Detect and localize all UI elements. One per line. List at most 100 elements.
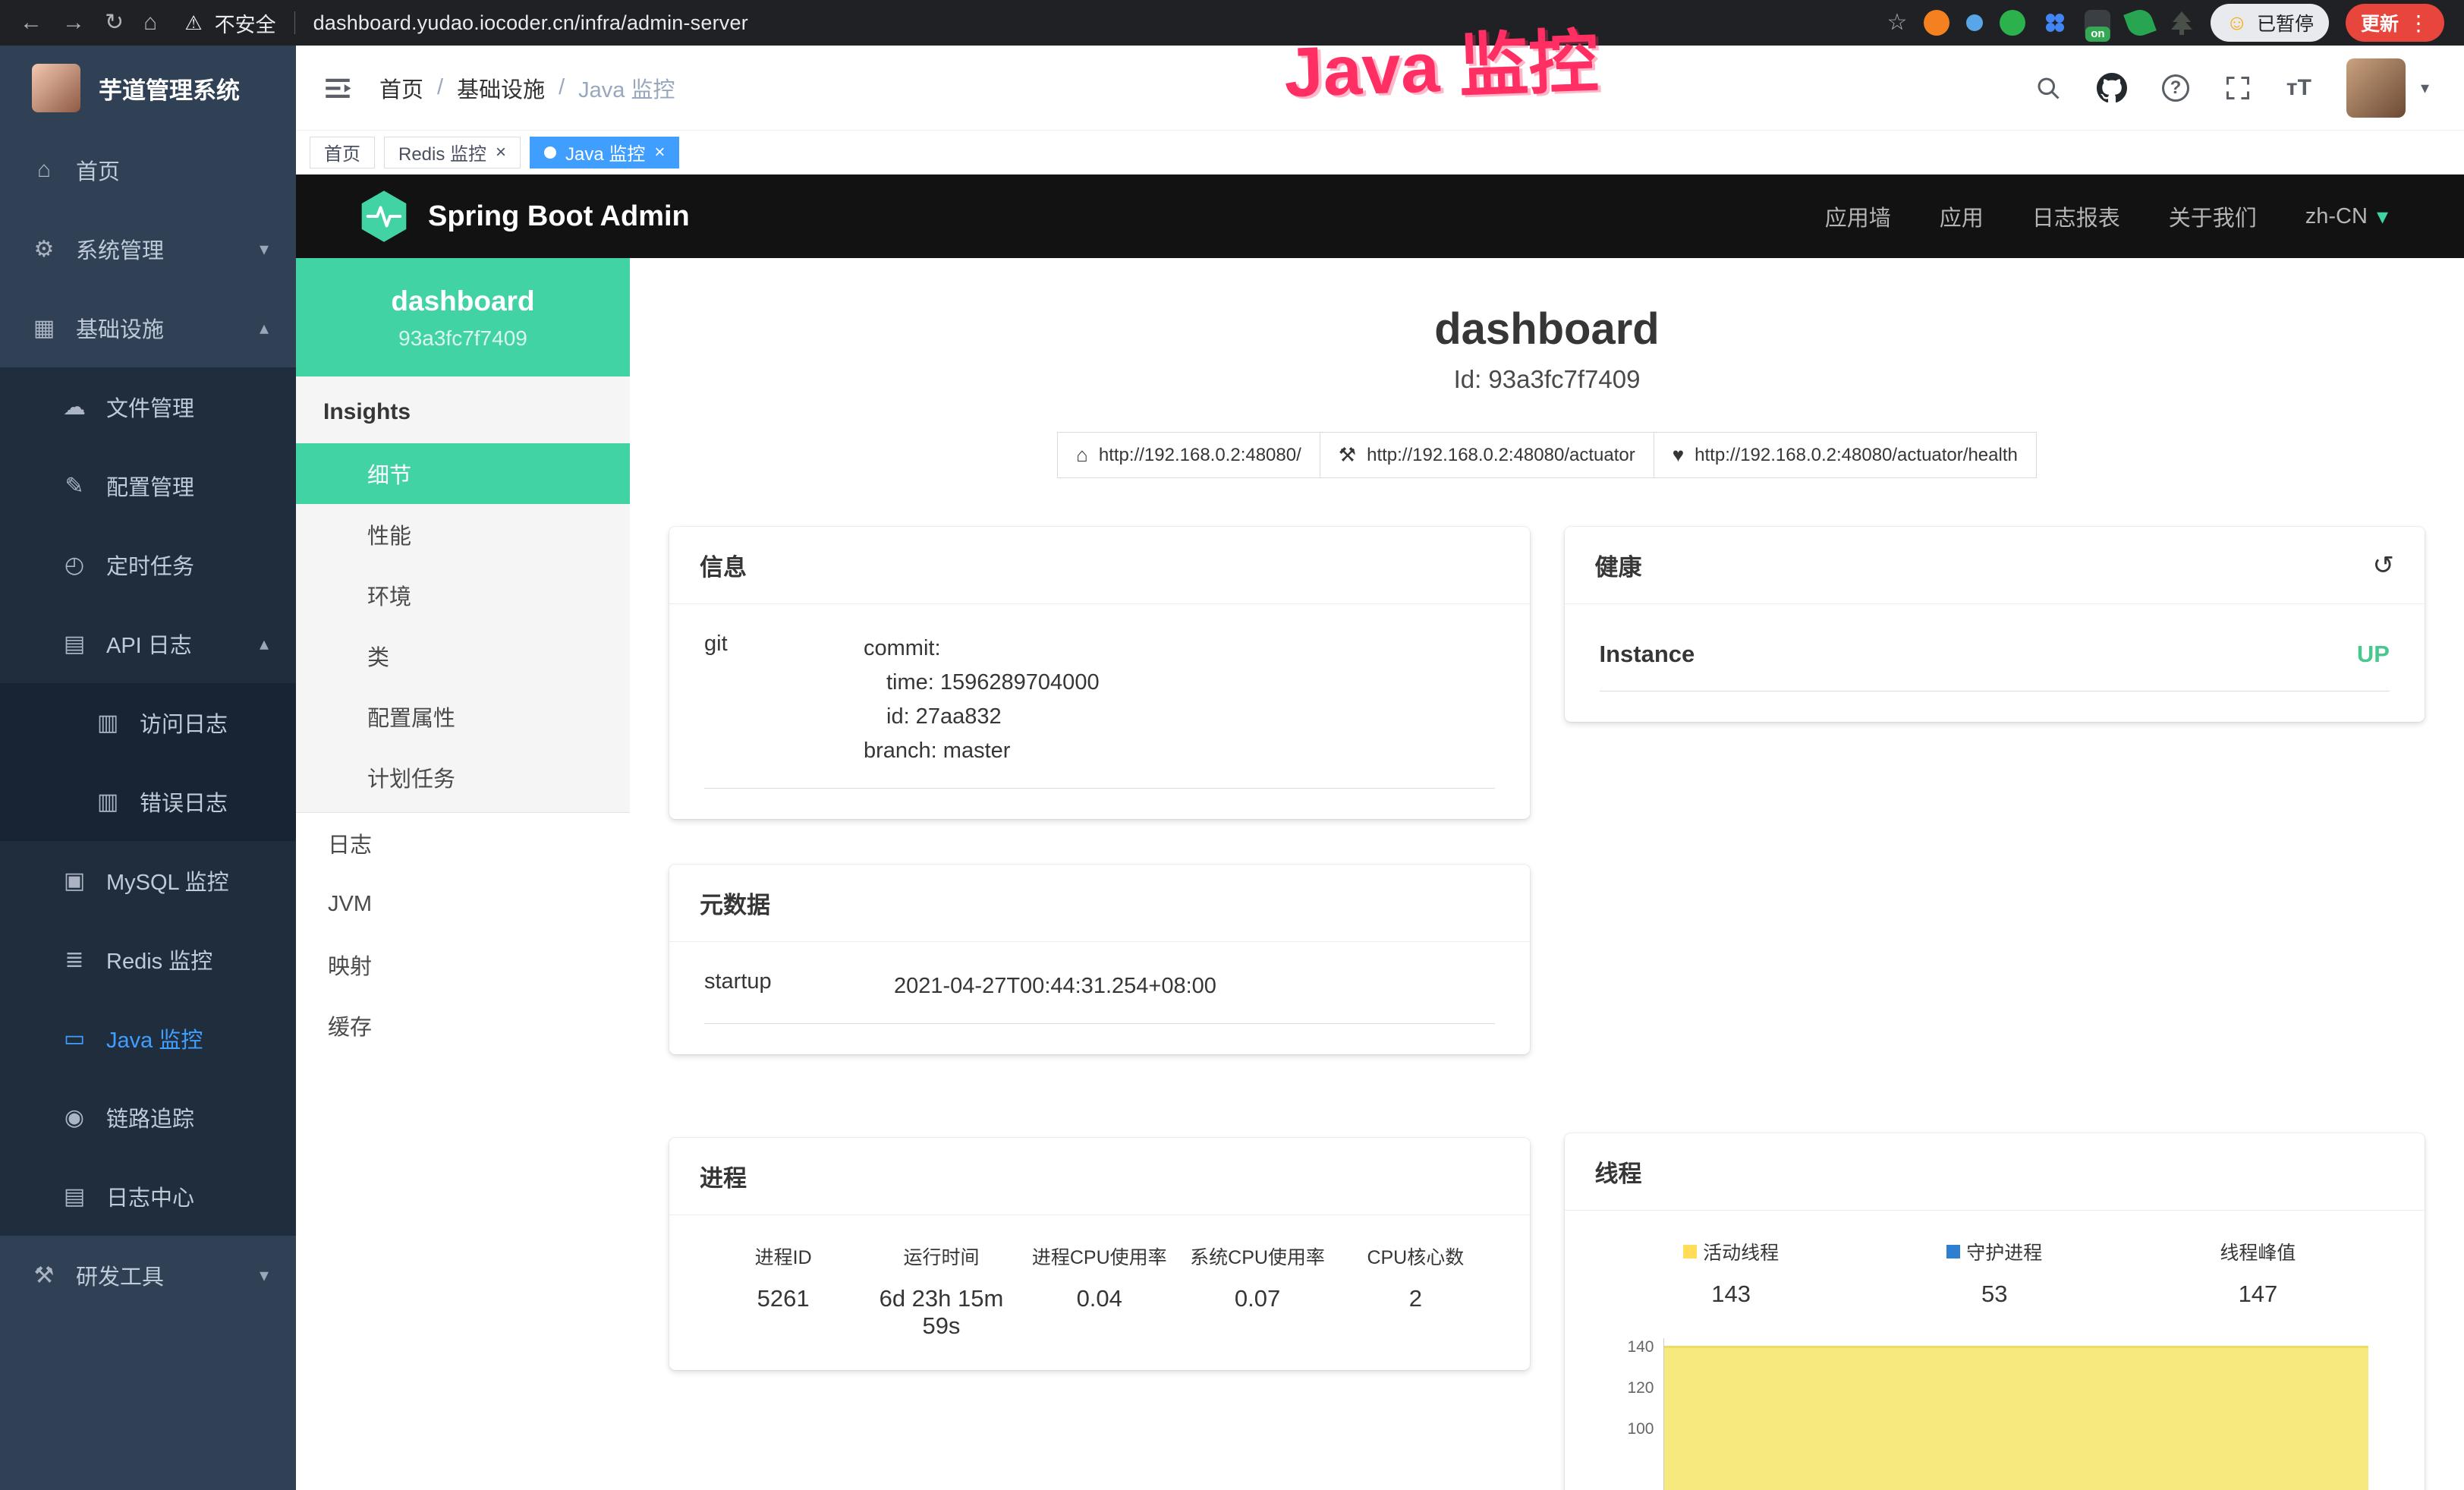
sba-locale-select[interactable]: zh-CN ▾ — [2305, 203, 2388, 230]
sba-item-logs[interactable]: 日志 — [296, 813, 630, 874]
user-avatar[interactable] — [2346, 58, 2406, 118]
git-commit-line: commit: — [864, 632, 1100, 666]
sba-item-mappings[interactable]: 映射 — [296, 934, 630, 995]
sidebar-item-dev-tools[interactable]: ⚒ 研发工具 ▾ — [0, 1236, 296, 1315]
browser-reload-icon[interactable]: ↻ — [105, 11, 124, 34]
sidebar-item-label: Java 监控 — [106, 1022, 203, 1054]
wrench-icon: ⚒ — [1339, 443, 1356, 467]
extension-icon-1[interactable] — [1924, 10, 1949, 36]
tab-home[interactable]: 首页 — [310, 137, 375, 169]
link-label: http://192.168.0.2:48080/ — [1099, 445, 1301, 466]
sidebar-item-redis-monitor[interactable]: ≣ Redis 监控 — [0, 920, 296, 999]
sidebar-item-java-monitor[interactable]: ▭ Java 监控 — [0, 999, 296, 1078]
sidebar-item-file-management[interactable]: ☁ 文件管理 — [0, 367, 296, 446]
extension-tree-icon[interactable] — [2170, 10, 2194, 36]
tab-redis-monitor[interactable]: Redis 监控 × — [384, 137, 521, 169]
sidebar-item-scheduled-jobs[interactable]: ◴ 定时任务 — [0, 525, 296, 604]
instance-health-url-link[interactable]: ♥ http://192.168.0.2:48080/actuator/heal… — [1654, 432, 2037, 478]
sba-instance-id: 93a3fc7f7409 — [296, 326, 630, 351]
browser-chrome: ← → ↻ ⌂ ⚠ 不安全 dashboard.yudao.iocoder.cn… — [0, 0, 2464, 46]
sidebar-item-api-log[interactable]: ▤ API 日志 ▴ — [0, 604, 296, 683]
github-icon[interactable] — [2097, 73, 2127, 103]
sba-main-content: dashboard Id: 93a3fc7f7409 ⌂ http://192.… — [630, 258, 2464, 1490]
sidebar-item-label: 错误日志 — [140, 786, 228, 817]
cloud-icon: ☁ — [61, 394, 88, 421]
link-label: http://192.168.0.2:48080/actuator/health — [1695, 445, 2018, 466]
sba-item-jvm[interactable]: JVM — [296, 874, 630, 934]
font-size-icon[interactable]: тT — [2286, 75, 2311, 101]
sba-item-caches[interactable]: 缓存 — [296, 995, 630, 1056]
bookmark-star-icon[interactable]: ☆ — [1887, 11, 1907, 34]
process-stat: 系统CPU使用率 0.07 — [1179, 1243, 1336, 1340]
stat-value: 53 — [1863, 1281, 2126, 1308]
sba-nav-about[interactable]: 关于我们 — [2169, 200, 2257, 232]
breadcrumb-infrastructure[interactable]: 基础设施 — [457, 72, 545, 104]
browser-menu-kebab-icon[interactable]: ⋮ — [2408, 11, 2429, 36]
user-caret-down-icon[interactable]: ▾ — [2421, 78, 2429, 98]
sidebar-item-home[interactable]: ⌂ 首页 — [0, 131, 296, 209]
handwritten-annotation: Java 监控 — [1282, 5, 1600, 117]
browser-update-button[interactable]: 更新 ⋮ — [2346, 4, 2444, 42]
threads-legend-row: 活动线程 143 守护进程 — [1600, 1238, 2390, 1308]
extension-icon-3[interactable] — [2000, 10, 2025, 36]
sidebar-item-label: API 日志 — [106, 628, 192, 660]
instance-service-url-link[interactable]: ⌂ http://192.168.0.2:48080/ — [1057, 432, 1320, 478]
help-icon[interactable]: ? — [2162, 74, 2189, 102]
instance-actuator-url-link[interactable]: ⚒ http://192.168.0.2:48080/actuator — [1320, 432, 1654, 478]
close-icon[interactable]: × — [496, 142, 506, 163]
sidebar-collapse-icon[interactable] — [322, 72, 354, 104]
browser-back-icon[interactable]: ← — [20, 11, 42, 34]
address-bar[interactable]: ⚠ 不安全 dashboard.yudao.iocoder.cn/infra/a… — [184, 8, 748, 38]
metadata-card-title: 元数据 — [700, 886, 770, 920]
chevron-up-icon: ▴ — [260, 317, 269, 339]
history-refresh-icon[interactable]: ↺ — [2373, 550, 2395, 581]
search-icon[interactable] — [2034, 74, 2062, 102]
sba-item-environment[interactable]: 环境 — [296, 565, 630, 625]
tab-java-monitor[interactable]: Java 监控 × — [530, 137, 679, 169]
sidebar-item-log-center[interactable]: ▤ 日志中心 — [0, 1157, 296, 1236]
extension-leaf-icon[interactable] — [2124, 6, 2157, 39]
stat-value: 143 — [1600, 1281, 1863, 1308]
git-time-line: time: 1596289704000 — [864, 666, 1100, 700]
extension-icon-2[interactable] — [1966, 14, 1983, 31]
extension-icon-5[interactable]: on — [2085, 10, 2110, 36]
spring-boot-admin-logo[interactable] — [360, 189, 408, 244]
chevron-up-icon: ▴ — [260, 633, 269, 655]
daemon-threads-legend-swatch — [1946, 1245, 1960, 1258]
breadcrumb-separator: / — [559, 75, 565, 100]
browser-forward-icon[interactable]: → — [62, 11, 85, 34]
browser-home-icon[interactable]: ⌂ — [143, 11, 157, 34]
not-secure-label[interactable]: 不安全 — [215, 8, 276, 38]
close-icon[interactable]: × — [654, 142, 665, 163]
sidebar-item-error-log[interactable]: ▥ 错误日志 — [0, 762, 296, 841]
paused-extension-badge[interactable]: ☺ 已暂停 — [2211, 4, 2329, 42]
sidebar-item-system-management[interactable]: ⚙ 系统管理 ▾ — [0, 209, 296, 288]
fullscreen-icon[interactable] — [2224, 74, 2252, 102]
address-url[interactable]: dashboard.yudao.iocoder.cn/infra/admin-s… — [313, 11, 748, 35]
sba-item-config-props[interactable]: 配置属性 — [296, 686, 630, 747]
sba-instance-header[interactable]: dashboard 93a3fc7f7409 — [296, 258, 630, 376]
sba-nav-applications[interactable]: 应用 — [1940, 200, 1984, 232]
health-card-title: 健康 — [1595, 548, 1642, 582]
sidebar-item-infrastructure[interactable]: ▦ 基础设施 ▴ — [0, 288, 296, 367]
app-logo-image — [32, 64, 80, 112]
sba-item-scheduled-tasks[interactable]: 计划任务 — [296, 747, 630, 808]
sba-item-metrics[interactable]: 性能 — [296, 504, 630, 565]
sidebar-item-mysql-monitor[interactable]: ▣ MySQL 监控 — [0, 841, 296, 920]
sidebar-item-access-log[interactable]: ▥ 访问日志 — [0, 683, 296, 762]
health-instance-row[interactable]: Instance UP — [1600, 632, 2390, 691]
main-sidebar: 芋道管理系统 ⌂ 首页 ⚙ 系统管理 ▾ ▦ 基础设施 ▴ ☁ 文件管理 — [0, 46, 296, 1490]
app-title: 芋道管理系统 — [99, 71, 240, 106]
sba-nav-wallboard[interactable]: 应用墙 — [1825, 200, 1891, 232]
document-icon: ▤ — [61, 631, 88, 657]
sba-item-details[interactable]: 细节 — [296, 443, 630, 504]
monitor-icon: ▭ — [61, 1025, 88, 1052]
sba-item-classes[interactable]: 类 — [296, 625, 630, 686]
breadcrumb-home[interactable]: 首页 — [379, 72, 423, 104]
sba-nav-journal[interactable]: 日志报表 — [2032, 200, 2120, 232]
sidebar-item-trace[interactable]: ◉ 链路追踪 — [0, 1078, 296, 1157]
sba-brand-title[interactable]: Spring Boot Admin — [428, 200, 690, 233]
sidebar-item-config-management[interactable]: ✎ 配置管理 — [0, 446, 296, 525]
stack-icon: ≣ — [61, 947, 88, 973]
extension-dots-grid-icon[interactable] — [2042, 10, 2068, 36]
